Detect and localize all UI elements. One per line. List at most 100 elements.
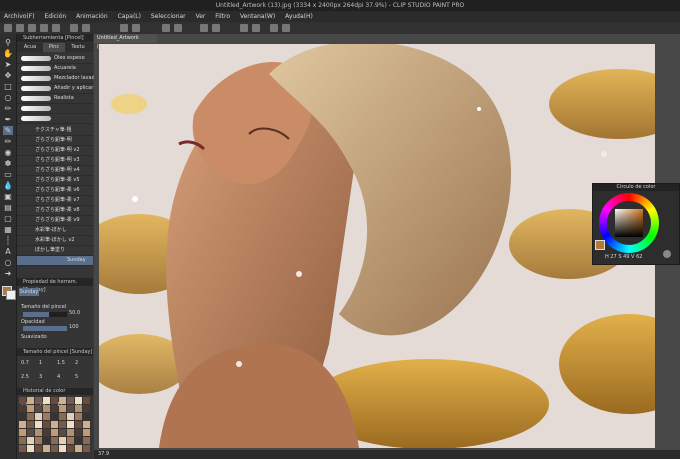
color-history-swatch[interactable] (35, 405, 42, 412)
color-history-swatch[interactable] (51, 413, 58, 420)
zoom-icon[interactable]: ⚲ (3, 38, 13, 47)
color-history-swatch[interactable] (59, 405, 66, 412)
eraser-icon[interactable]: ▭ (3, 170, 13, 179)
tab-brush[interactable]: Pinc (43, 43, 65, 52)
brush-item[interactable]: ざらざら鉛筆-明 (17, 136, 93, 146)
menu-view[interactable]: Ver (196, 13, 206, 20)
color-history-swatch[interactable] (27, 413, 34, 420)
brush-item[interactable]: ざらざら鉛筆-柔 v9 (17, 216, 93, 226)
color-history-swatch[interactable] (19, 421, 26, 428)
menu-animation[interactable]: Animación (76, 13, 108, 20)
airbrush-icon[interactable]: ◉ (3, 148, 13, 157)
menu-window[interactable]: Ventana(W) (240, 13, 275, 20)
color-history-swatch[interactable] (19, 429, 26, 436)
color-history-swatch[interactable] (59, 437, 66, 444)
lasso-icon[interactable]: ○ (3, 93, 13, 102)
color-history-swatch[interactable] (75, 421, 82, 428)
selection-icon[interactable]: □ (3, 82, 13, 91)
size-preset[interactable]: 3 (39, 374, 42, 380)
color-history-swatch[interactable] (83, 429, 90, 436)
color-history-swatch[interactable] (67, 413, 74, 420)
brush-item[interactable] (17, 114, 93, 124)
save-icon[interactable] (28, 24, 36, 32)
tab-watercolor[interactable]: Acua (19, 43, 41, 52)
color-history-swatch[interactable] (51, 405, 58, 412)
color-history-swatch[interactable] (59, 413, 66, 420)
new-file-icon[interactable] (4, 24, 12, 32)
brush-item[interactable]: Acuarela (17, 64, 93, 74)
operation-icon[interactable]: ➤ (3, 60, 13, 69)
transform-icon[interactable] (82, 24, 90, 32)
brush-item[interactable]: Añadir y aplicar (17, 84, 93, 94)
color-settings-icon[interactable] (663, 250, 671, 258)
text-icon[interactable]: A (3, 247, 13, 256)
color-history-swatch[interactable] (75, 429, 82, 436)
color-history-swatch[interactable] (19, 445, 26, 452)
fill-icon[interactable] (162, 24, 170, 32)
color-history-swatch[interactable] (75, 445, 82, 452)
color-history-swatch[interactable] (51, 437, 58, 444)
snap-ruler-icon[interactable] (252, 24, 260, 32)
color-history-swatch[interactable] (19, 437, 26, 444)
decoration-icon[interactable]: ✽ (3, 159, 13, 168)
brush-item[interactable]: Realista (17, 94, 93, 104)
color-history-swatch[interactable] (67, 421, 74, 428)
saturation-value-square[interactable] (615, 209, 643, 237)
color-history-swatch[interactable] (35, 445, 42, 452)
fill-bucket-icon[interactable]: ▣ (3, 192, 13, 201)
menu-layer[interactable]: Capa(L) (118, 13, 141, 20)
brush-size-value[interactable]: 50.0 (69, 310, 80, 316)
color-history-swatch[interactable] (35, 397, 42, 404)
color-history-swatch[interactable] (43, 413, 50, 420)
color-history-swatch[interactable] (27, 397, 34, 404)
color-history-swatch[interactable] (35, 429, 42, 436)
brush-item[interactable] (17, 104, 93, 114)
ruler-icon[interactable] (212, 24, 220, 32)
size-preset[interactable]: 2.5 (21, 374, 29, 380)
zoom-level[interactable]: 37.9 (98, 451, 109, 457)
blend-icon[interactable]: 💧 (3, 181, 13, 190)
brush-item[interactable]: ざらざら鉛筆-柔 v7 (17, 196, 93, 206)
color-history-swatch[interactable] (59, 429, 66, 436)
color-history-swatch[interactable] (83, 397, 90, 404)
brush-item[interactable]: ざらざら鉛筆-柔 v6 (17, 186, 93, 196)
size-preset[interactable]: 5 (75, 374, 78, 380)
brush-item[interactable]: ぼかし筆塗り (17, 246, 93, 256)
saturation-value[interactable]: 49 (623, 254, 629, 260)
color-history-swatch[interactable] (19, 397, 26, 404)
color-history-swatch[interactable] (83, 405, 90, 412)
deselect-icon[interactable] (120, 24, 128, 32)
eyedropper-icon[interactable]: ✏ (3, 104, 13, 113)
clear-icon[interactable] (70, 24, 78, 32)
color-history-swatch[interactable] (27, 429, 34, 436)
open-file-icon[interactable] (16, 24, 24, 32)
color-history-swatch[interactable] (51, 421, 58, 428)
color-history-swatch[interactable] (51, 397, 58, 404)
color-history-swatch[interactable] (35, 421, 42, 428)
color-history-swatch[interactable] (43, 397, 50, 404)
color-history-swatch[interactable] (59, 397, 66, 404)
color-history-swatch[interactable] (51, 429, 58, 436)
sub-color-swatch[interactable] (6, 290, 16, 300)
current-color-swatch[interactable] (595, 240, 605, 250)
brush-item[interactable]: ざらざら鉛筆-明 v2 (17, 146, 93, 156)
brush-size-slider[interactable] (23, 312, 67, 317)
color-history-swatch[interactable] (75, 437, 82, 444)
artwork-canvas[interactable] (99, 44, 655, 448)
pencil-icon[interactable]: ✏ (3, 137, 13, 146)
menu-filter[interactable]: Filtro (215, 13, 230, 20)
brush-item[interactable]: テクスチャ筆-粗 (17, 126, 93, 136)
color-history-swatch[interactable] (27, 405, 34, 412)
document-tab[interactable]: Untitled_Artwork (13).jpg (94, 34, 157, 50)
brush-item[interactable]: ざらざら鉛筆-明 v4 (17, 166, 93, 176)
color-history-swatch[interactable] (19, 413, 26, 420)
balloon-icon[interactable]: ○ (3, 258, 13, 267)
color-history-swatch[interactable] (43, 429, 50, 436)
brush-item[interactable]: 水彩筆-ぼかし v2 (17, 236, 93, 246)
color-history-swatch[interactable] (51, 445, 58, 452)
color-history-swatch[interactable] (67, 429, 74, 436)
value-value[interactable]: 62 (636, 254, 642, 260)
brush-icon[interactable]: ✎ (3, 126, 13, 135)
size-preset[interactable]: 0.7 (21, 360, 29, 366)
brush-item[interactable]: ざらざら鉛筆-柔 v8 (17, 206, 93, 216)
